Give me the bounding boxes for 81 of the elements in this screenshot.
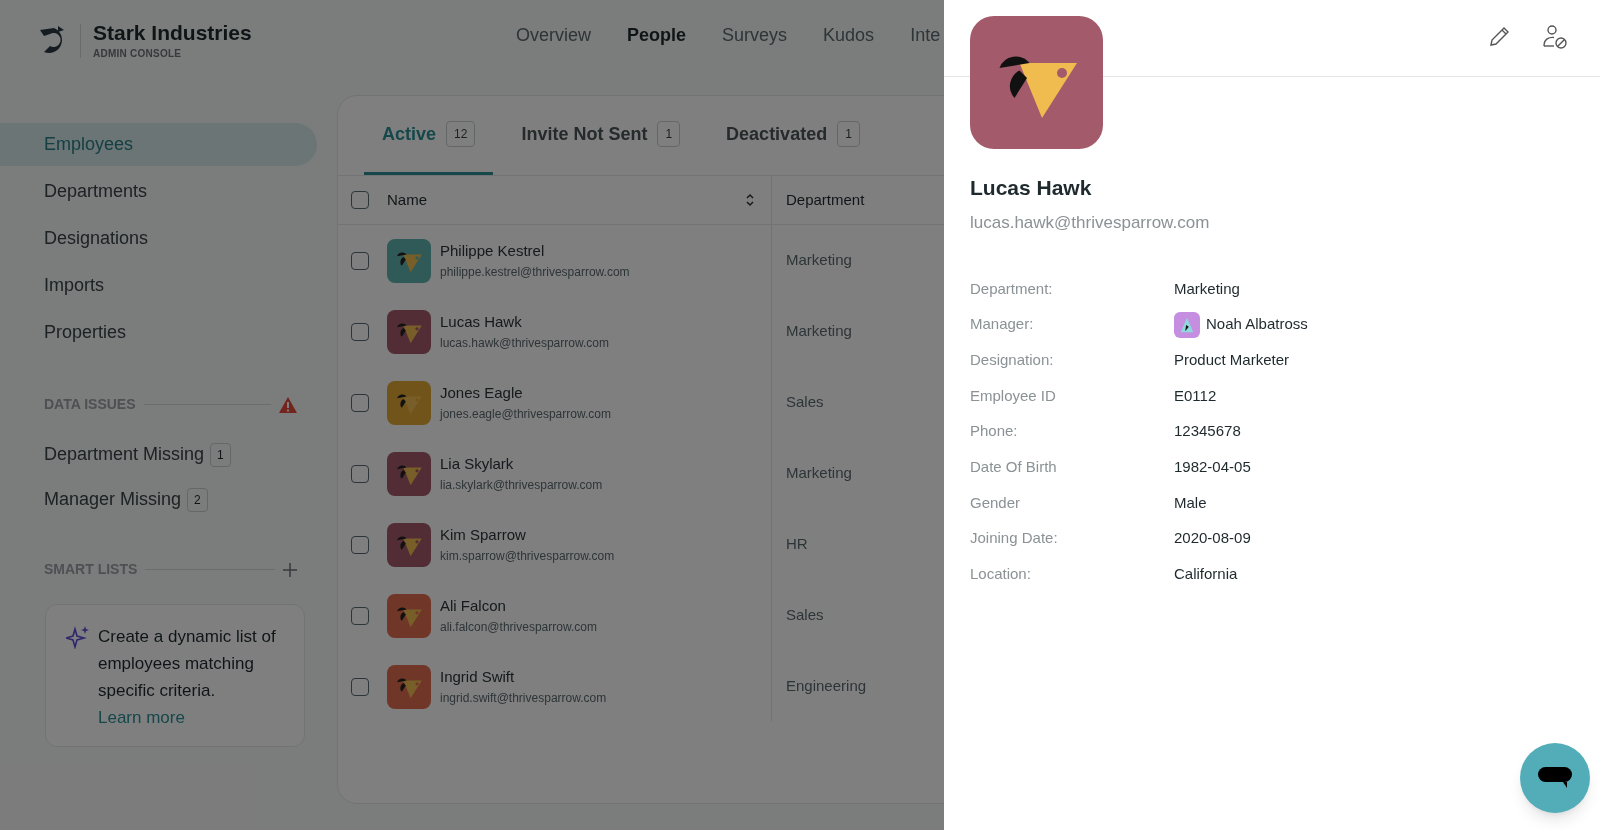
status-tab[interactable]: Active 12 [364, 96, 494, 175]
field-label: Department: [970, 278, 1054, 299]
employee-email: lucas.hawk@thrivesparrow.com [440, 334, 609, 352]
field-label: Date Of Birth [970, 457, 1058, 478]
employee-email: philippe.kestrel@thrivesparrow.com [440, 263, 630, 281]
field-value: Product Marketer [1174, 349, 1290, 370]
table-cell-text: Marketing [786, 250, 852, 271]
status-tab[interactable]: Deactivated 1 [708, 96, 878, 175]
row-checkbox[interactable] [351, 535, 369, 554]
employee-email: ingrid.swift@thrivesparrow.com [440, 689, 607, 707]
field-label: Gender [970, 492, 1022, 513]
nav-tab[interactable]: Surveys [722, 22, 788, 49]
sort-icon[interactable] [745, 193, 755, 207]
brand-name: Stark Industries [93, 20, 252, 46]
table-cell-text: HR [786, 534, 808, 555]
table-cell-text: Sales [786, 605, 824, 626]
table-cell-text: Engineering [786, 676, 867, 697]
count-badge: 12 [446, 121, 476, 147]
select-all-checkbox[interactable] [351, 191, 369, 209]
data-issue-link[interactable]: Manager Missing [44, 486, 182, 513]
field-label: Location: [970, 564, 1032, 585]
add-icon[interactable] [283, 562, 297, 577]
nav-tab[interactable]: People [627, 22, 687, 49]
sparkle-icon [66, 625, 90, 649]
sidebar-item[interactable]: Departments [0, 170, 317, 213]
field-label: Employee ID [970, 385, 1057, 406]
deactivate-user-icon[interactable] [1542, 24, 1568, 50]
table-cell-text: Marketing [786, 321, 852, 342]
count-badge: 1 [210, 442, 231, 467]
nav-tab[interactable]: Kudos [823, 22, 875, 49]
smart-list-description: Create a dynamic list of employees matching specific criteria. Learn more [98, 626, 277, 729]
employee-name: Ingrid Swift [440, 667, 516, 688]
employee-email: lucas.hawk@thrivesparrow.com [970, 211, 1211, 234]
sidebar-item[interactable]: Properties [0, 311, 317, 354]
warning-icon [279, 396, 297, 413]
nav-tab[interactable]: Inte [910, 22, 941, 49]
employee-email: lia.skylark@thrivesparrow.com [440, 476, 603, 494]
employee-name: Philippe Kestrel [440, 241, 546, 262]
column-header: Name [387, 189, 428, 210]
field-value: 1982-04-05 [1174, 457, 1251, 478]
employee-email: jones.eagle@thrivesparrow.com [440, 405, 611, 423]
employee-name: Lucas Hawk [970, 175, 1093, 201]
data-issue-link[interactable]: Department Missing [44, 441, 205, 468]
field-label: Joining Date: [970, 528, 1059, 549]
field-label: Designation: [970, 349, 1055, 370]
count-badge: 1 [657, 121, 681, 147]
employee-name: Lia Skylark [440, 454, 515, 475]
table-cell-text: Sales [786, 392, 824, 413]
employee-name: Ali Falcon [440, 596, 507, 617]
column-header: Department [785, 189, 865, 210]
row-checkbox[interactable] [351, 606, 369, 625]
field-value: 12345678 [1174, 421, 1241, 442]
employee-email: kim.sparrow@thrivesparrow.com [440, 547, 615, 565]
employee-email: ali.falcon@thrivesparrow.com [440, 618, 597, 636]
row-checkbox[interactable] [351, 251, 369, 270]
field-value: California [1174, 564, 1238, 585]
field-value: Male [1174, 492, 1207, 513]
learn-more-link[interactable]: Learn more [98, 708, 185, 727]
employee-name: Jones Eagle [440, 383, 524, 404]
sidebar-item[interactable]: Designations [0, 217, 317, 260]
row-checkbox[interactable] [351, 322, 369, 341]
field-value: 2020-08-09 [1174, 528, 1251, 549]
status-tab[interactable]: Invite Not Sent 1 [503, 96, 699, 175]
field-value: E0112 [1174, 385, 1217, 406]
manager-name[interactable]: Noah Albatross [1206, 313, 1308, 336]
row-checkbox[interactable] [351, 393, 369, 412]
brand-subtitle: ADMIN CONSOLE [93, 47, 183, 62]
table-cell-text: Marketing [786, 463, 852, 484]
sidebar-item[interactable]: Employees [0, 123, 317, 166]
employee-name: Kim Sparrow [440, 525, 527, 546]
field-value: Marketing [1174, 278, 1240, 299]
sidebar-item[interactable]: Imports [0, 264, 317, 307]
row-checkbox[interactable] [351, 464, 369, 483]
employee-name: Lucas Hawk [440, 312, 523, 333]
row-checkbox[interactable] [351, 677, 369, 696]
chat-button[interactable] [1520, 743, 1590, 813]
field-label: Phone: [970, 421, 1019, 442]
nav-tab[interactable]: Overview [516, 22, 591, 49]
count-badge: 2 [187, 487, 208, 512]
field-label: Manager: [970, 314, 1035, 335]
count-badge: 1 [837, 121, 860, 147]
